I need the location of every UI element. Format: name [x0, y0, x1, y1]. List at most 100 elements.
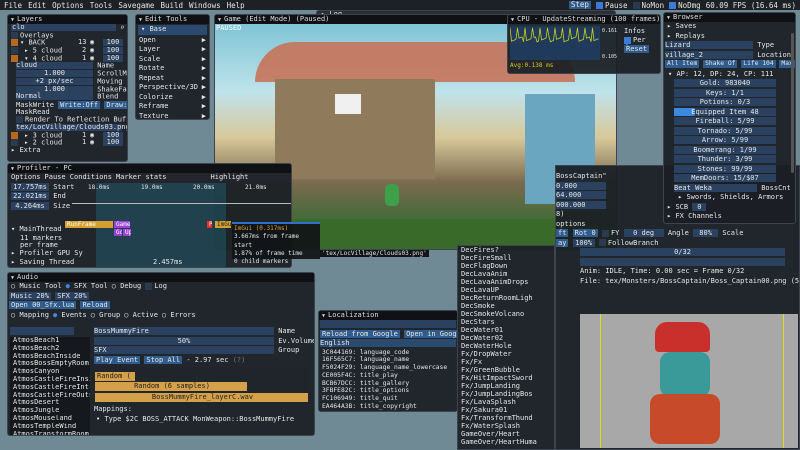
track-random-2[interactable]: Random (6 samples) [95, 382, 247, 391]
sprite-list-item[interactable]: DecStars [458, 318, 554, 326]
event-list-item[interactable]: AtmosTransformRoom [10, 431, 90, 435]
mapping-radio[interactable]: ○ Mapping [11, 311, 49, 321]
edit-tool-item[interactable]: Colorize ▶ [136, 93, 209, 103]
menu-help[interactable]: Help [227, 1, 245, 10]
shake-off-button[interactable]: Shake Of [703, 60, 738, 68]
event-list-item[interactable]: AtmosBeach1 [10, 337, 90, 345]
errors-radio[interactable]: ○ Errors [162, 311, 196, 321]
edit-tool-item[interactable]: Layer ▶ [136, 45, 209, 55]
inventory-item[interactable]: Thunder: 3/99 [674, 155, 776, 163]
event-list-item[interactable]: AtmosCastleFireInsi [10, 376, 90, 384]
sprite-list-item[interactable]: Fx/LavaSplash [458, 398, 554, 406]
scrollbar[interactable] [791, 33, 794, 173]
frame-slider[interactable]: 0/32 [580, 248, 785, 256]
edit-tool-item[interactable]: Open ▶ [136, 36, 209, 46]
life-button[interactable]: Life 104 [741, 60, 776, 68]
reset-button[interactable]: Reset [624, 45, 650, 53]
follow-branch-checkbox[interactable]: FollowBranch [608, 239, 659, 247]
inventory-item[interactable]: Stones: 99/99 [674, 164, 776, 173]
sprite-list-item[interactable]: GameOver/Heart [458, 430, 554, 438]
edit-tool-item[interactable]: Texture ▶ [136, 112, 209, 120]
debug-radio[interactable]: ○ Debug [112, 282, 142, 292]
menu-windows[interactable]: Windows [189, 1, 221, 10]
sprite-list-item[interactable]: DecSmokeVolcano [458, 310, 554, 318]
extra-section[interactable]: ▸ Extra [8, 146, 127, 155]
track-sample[interactable]: BossMummyFire_layerC.wav [95, 393, 308, 402]
eye-icon[interactable]: ◉ [90, 139, 94, 147]
audio-track[interactable] [580, 257, 785, 266]
field-2[interactable]: 64.000 [556, 191, 606, 199]
event-list-item[interactable]: AtmosJungle [10, 407, 90, 415]
reload-google-button[interactable]: Reload from Google [320, 329, 400, 338]
reload-button[interactable]: Reload [80, 301, 110, 309]
highlight-menu[interactable]: Highlight [211, 173, 249, 183]
event-volume-slider[interactable]: 50% [94, 336, 274, 345]
localization-row[interactable]: 3FBFE82C: title_options [319, 387, 457, 395]
sprite-list-item[interactable]: Fx/TransformThund [458, 414, 554, 422]
event-list-item[interactable]: AtmosBeach2 [10, 345, 90, 353]
marker-game[interactable]: Game [114, 221, 130, 228]
menu-edit[interactable]: Edit [28, 1, 46, 10]
sprite-list-item[interactable]: DecLavaUP [458, 286, 554, 294]
localization-row[interactable]: 16F565C7: language_name [319, 356, 457, 364]
menu-savegame[interactable]: Savegame [118, 1, 154, 10]
step-button[interactable]: Step [568, 1, 591, 9]
nodmg-toggle[interactable]: NoDmg [669, 1, 701, 10]
profiler-options-menu[interactable]: Options [11, 173, 41, 183]
sprite-list-item[interactable]: DecFires? [458, 246, 554, 254]
sprite-list-item[interactable]: Fx/Fx [458, 358, 554, 366]
inventory-item[interactable]: Arrow: 5/99 [674, 136, 776, 144]
menu-options[interactable]: Options [52, 1, 84, 10]
all-item-button[interactable]: All Item [665, 60, 700, 68]
marker-up[interactable]: Up [123, 229, 131, 236]
track-random-1[interactable]: Random ( [95, 372, 135, 381]
inventory-item[interactable]: Fireball: 5/99 [674, 117, 776, 125]
speed-input[interactable]: 100% [572, 238, 595, 247]
end-input[interactable]: 22.021ms [11, 192, 49, 200]
localization-search[interactable] [320, 320, 456, 328]
nomon-toggle[interactable]: NoMon [632, 1, 664, 10]
inventory-item[interactable]: Boomerang: 1/99 [674, 145, 776, 154]
inventory-item[interactable]: Keys: 1/1 [674, 88, 776, 97]
marker-go[interactable]: Go [114, 229, 122, 236]
swords-node[interactable]: ▸ Swords, Shields, Armors [664, 193, 795, 203]
menu-build[interactable]: Build [160, 1, 183, 10]
angle-input[interactable]: 0 deg [623, 229, 664, 237]
event-search-input[interactable] [10, 327, 74, 335]
fx-channels-node[interactable]: ▸ FX Channels [664, 212, 795, 222]
edit-tool-item[interactable]: Rotate ▶ [136, 64, 209, 74]
localization-row[interactable]: 3C044169: language_code [319, 349, 457, 357]
open-sfx-button[interactable]: Open 00_Sfx.lua [9, 301, 77, 309]
sfx-volume[interactable]: SFX 20% [55, 291, 89, 300]
layer-search-input[interactable]: clo [11, 24, 116, 31]
pause-conditions-menu[interactable]: Pause Conditions [45, 173, 112, 183]
sprite-list-item[interactable]: Fx/JumpLandingBos [458, 390, 554, 398]
edit-tool-item[interactable]: Perspective/3D ▶ [136, 83, 209, 93]
menu-tools[interactable]: Tools [90, 1, 113, 10]
blend-select[interactable]: Normal [16, 93, 93, 101]
sprite-list-item[interactable]: DecWaterHole [458, 342, 554, 350]
event-name-input[interactable]: BossMummyFire [94, 327, 274, 335]
rot-button[interactable]: Rot 0 [572, 229, 598, 237]
active-radio[interactable]: ○ Active [124, 311, 158, 321]
sprite-list-item[interactable]: Fx/HitImpactSword [458, 374, 554, 382]
field-3[interactable]: 000.000 [556, 200, 606, 209]
sprite-list-item[interactable]: DecReturnRoomLigh [458, 294, 554, 302]
scale-input[interactable]: 80% [693, 229, 719, 237]
events-radio[interactable]: ● Events [53, 311, 87, 321]
marker-imgui[interactable]: ImGu [215, 221, 231, 228]
type-select[interactable]: Lizard [665, 41, 753, 49]
event-list-item[interactable]: AtmosBossEmptyRoom [10, 360, 90, 368]
localization-row[interactable]: FC106949: title_quit [319, 395, 457, 403]
moving-speed-input[interactable]: +2 px/sec [16, 77, 93, 85]
pause-toggle[interactable]: Pause [595, 1, 628, 10]
event-list-item[interactable]: AtmosMouseland [10, 415, 90, 423]
sprite-list-item[interactable]: Fx/DropWater [458, 350, 554, 358]
inventory-item[interactable]: Gold: 983040 [674, 79, 776, 87]
menu-file[interactable]: File [4, 1, 22, 10]
field-1[interactable]: 0.000 [556, 181, 606, 190]
sprite-list-item[interactable]: DecFireSmall [458, 254, 554, 262]
sprite-list-item[interactable]: DecLavaAnim [458, 270, 554, 278]
base-header[interactable]: ▾ Base [138, 25, 207, 35]
play-button[interactable]: ay [556, 238, 569, 247]
